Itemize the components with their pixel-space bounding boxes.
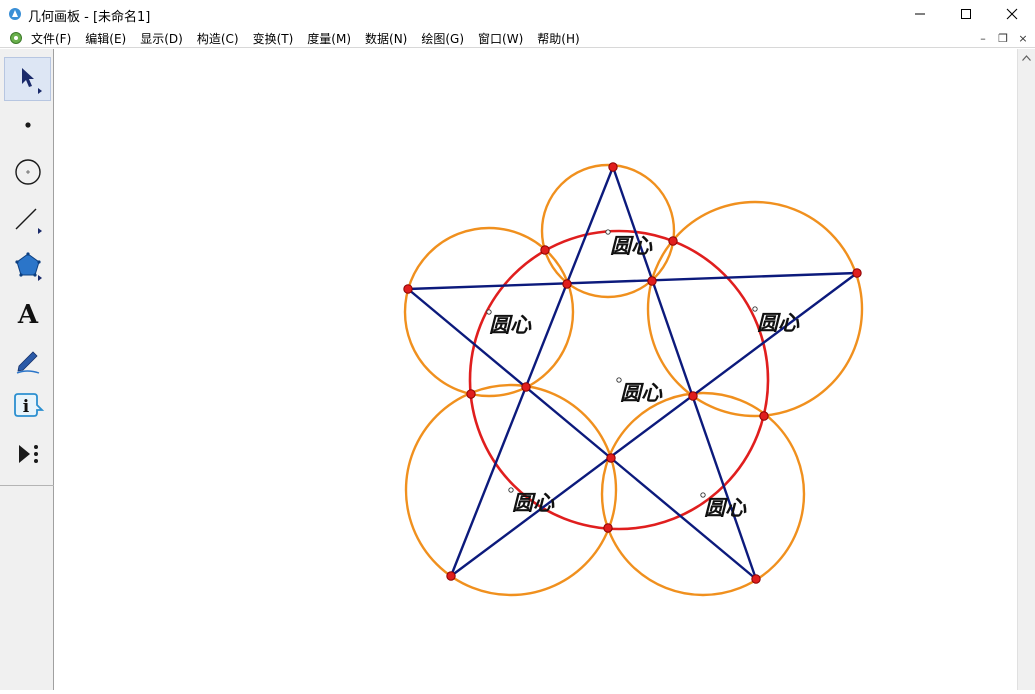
menu-file[interactable]: 文件(F) xyxy=(31,30,71,47)
polygon-tool[interactable] xyxy=(4,244,51,288)
red-point-14[interactable] xyxy=(446,571,456,581)
text-tool-icon: A xyxy=(16,300,38,328)
menu-window[interactable]: 窗口(W) xyxy=(478,30,523,47)
app-icon xyxy=(9,8,21,20)
information-tool-icon: i xyxy=(13,393,44,417)
document-icon[interactable] xyxy=(9,31,23,45)
svg-text:A: A xyxy=(16,300,38,328)
sketch-canvas[interactable]: 圆心 圆心 圆心 圆心 圆心 圆心 xyxy=(55,49,1017,690)
maximize-button[interactable] xyxy=(943,0,989,28)
red-point-4[interactable] xyxy=(403,284,413,294)
straightedge-tool[interactable] xyxy=(4,197,51,241)
scroll-up-button[interactable] xyxy=(1018,49,1035,66)
window-title: 几何画板 - [未命名1] xyxy=(28,10,151,25)
point-tool-icon xyxy=(24,122,31,128)
mdi-minimize-button[interactable]: – xyxy=(975,30,991,46)
menu-construct[interactable]: 构造(C) xyxy=(197,30,239,47)
red-point-2[interactable] xyxy=(540,245,550,255)
menu-graph[interactable]: 绘图(G) xyxy=(421,30,464,47)
red-point-12[interactable] xyxy=(606,453,616,463)
star-segment-1[interactable] xyxy=(407,271,858,291)
red-point-9[interactable] xyxy=(688,391,698,401)
marker-tool-icon xyxy=(16,351,39,374)
svg-text:i: i xyxy=(22,397,29,417)
point-tool[interactable] xyxy=(4,103,51,147)
custom-tool[interactable] xyxy=(4,432,51,476)
red-point-6[interactable] xyxy=(647,276,657,286)
straightedge-tool-icon xyxy=(15,208,42,234)
center-label-3[interactable]: 圆心 xyxy=(757,310,800,335)
title-bar: 几何画板 - [未命名1] xyxy=(0,0,1035,28)
information-tool[interactable]: i xyxy=(4,385,51,429)
red-point-8[interactable] xyxy=(521,382,531,392)
menu-display[interactable]: 显示(D) xyxy=(140,30,183,47)
mdi-close-button[interactable]: × xyxy=(1015,30,1031,46)
star-segment-4[interactable] xyxy=(407,288,757,580)
sketch-drawing[interactable]: 圆心圆心 圆心圆心圆心 圆心 xyxy=(55,49,1017,690)
close-icon xyxy=(1006,8,1018,20)
menu-data[interactable]: 数据(N) xyxy=(365,30,407,47)
menu-edit[interactable]: 编辑(E) xyxy=(85,30,126,47)
red-point-10[interactable] xyxy=(466,389,476,399)
center-label-5[interactable]: 圆心 xyxy=(512,490,555,515)
polygon-tool-icon xyxy=(14,252,42,281)
menu-transform[interactable]: 变换(T) xyxy=(253,30,294,47)
marker-tool[interactable] xyxy=(4,338,51,382)
toolbox: A i xyxy=(0,49,54,690)
compass-tool[interactable] xyxy=(4,150,51,194)
mdi-restore-button[interactable]: ❐ xyxy=(995,30,1011,46)
minimize-button[interactable] xyxy=(897,0,943,28)
vertical-scrollbar[interactable] xyxy=(1017,49,1035,690)
red-point-7[interactable] xyxy=(852,268,862,278)
center-label-2[interactable]: 圆心 xyxy=(489,312,532,337)
minimize-icon xyxy=(915,13,925,15)
arrow-tool-icon xyxy=(21,68,42,94)
center-label-4[interactable]: 圆心 xyxy=(620,380,663,405)
menu-bar: 文件(F) 编辑(E) 显示(D) 构造(C) 变换(T) 度量(M) 数据(N… xyxy=(0,28,1035,48)
chevron-up-icon xyxy=(1022,54,1031,61)
menu-help[interactable]: 帮助(H) xyxy=(537,30,579,47)
center-label-1[interactable]: 圆心 xyxy=(610,233,653,258)
compass-tool-icon xyxy=(14,159,41,185)
text-tool[interactable]: A xyxy=(4,291,51,335)
red-point-13[interactable] xyxy=(603,523,613,533)
toolbox-separator xyxy=(0,485,54,486)
red-point-5[interactable] xyxy=(562,279,572,289)
red-point-11[interactable] xyxy=(759,411,769,421)
maximize-icon xyxy=(961,9,971,19)
red-point-15[interactable] xyxy=(751,574,761,584)
red-point-3[interactable] xyxy=(668,236,678,246)
red-point-1[interactable] xyxy=(608,162,618,172)
close-button[interactable] xyxy=(989,0,1035,28)
custom-tool-icon xyxy=(18,445,38,463)
menu-measure[interactable]: 度量(M) xyxy=(307,30,351,47)
arrow-tool[interactable] xyxy=(4,57,51,101)
center-label-6[interactable]: 圆心 xyxy=(704,495,747,520)
